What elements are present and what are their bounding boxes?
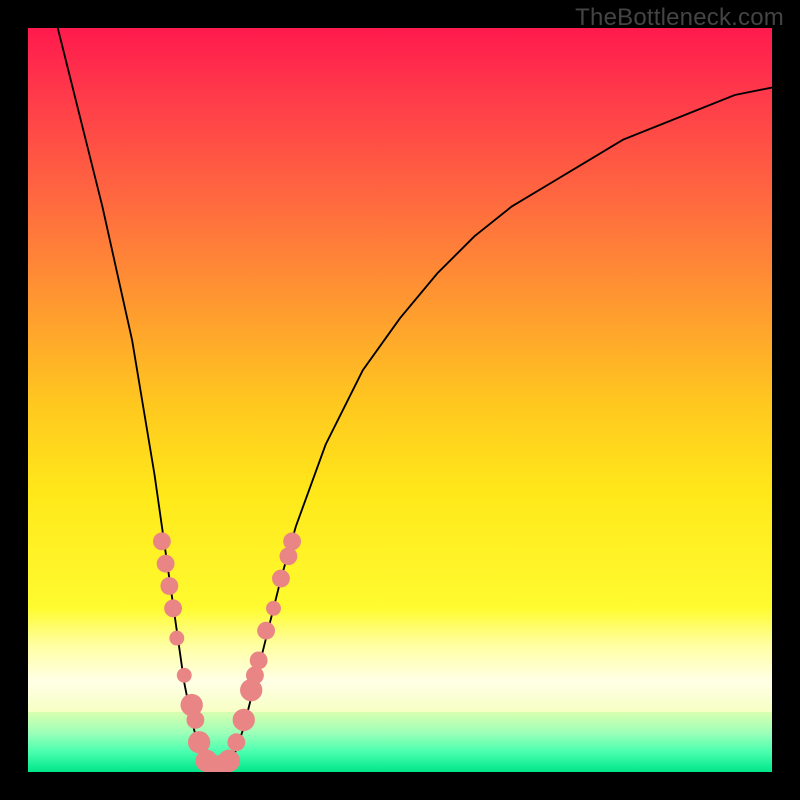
- scatter-dot: [160, 577, 178, 595]
- scatter-dot: [283, 532, 301, 550]
- scatter-dot: [266, 601, 281, 616]
- scatter-dot: [169, 631, 184, 646]
- scatter-dot: [186, 711, 204, 729]
- scatter-dot: [257, 622, 275, 640]
- scatter-dot: [272, 570, 290, 588]
- scatter-dot: [157, 555, 175, 573]
- scatter-dot: [153, 532, 171, 550]
- chart-svg: [28, 28, 772, 772]
- scatter-dot: [246, 666, 264, 684]
- scatter-dot: [233, 709, 255, 731]
- scatter-dot: [227, 733, 245, 751]
- watermark-text: TheBottleneck.com: [575, 4, 784, 32]
- scatter-dot: [164, 599, 182, 617]
- plot-area: [28, 28, 772, 772]
- scatter-dot: [218, 750, 240, 772]
- scatter-dot: [279, 547, 297, 565]
- scatter-dot: [250, 651, 268, 669]
- scatter-dots-group: [153, 532, 301, 772]
- chart-frame: TheBottleneck.com: [0, 0, 800, 800]
- bottleneck-curve: [58, 28, 772, 772]
- scatter-dot: [177, 668, 192, 683]
